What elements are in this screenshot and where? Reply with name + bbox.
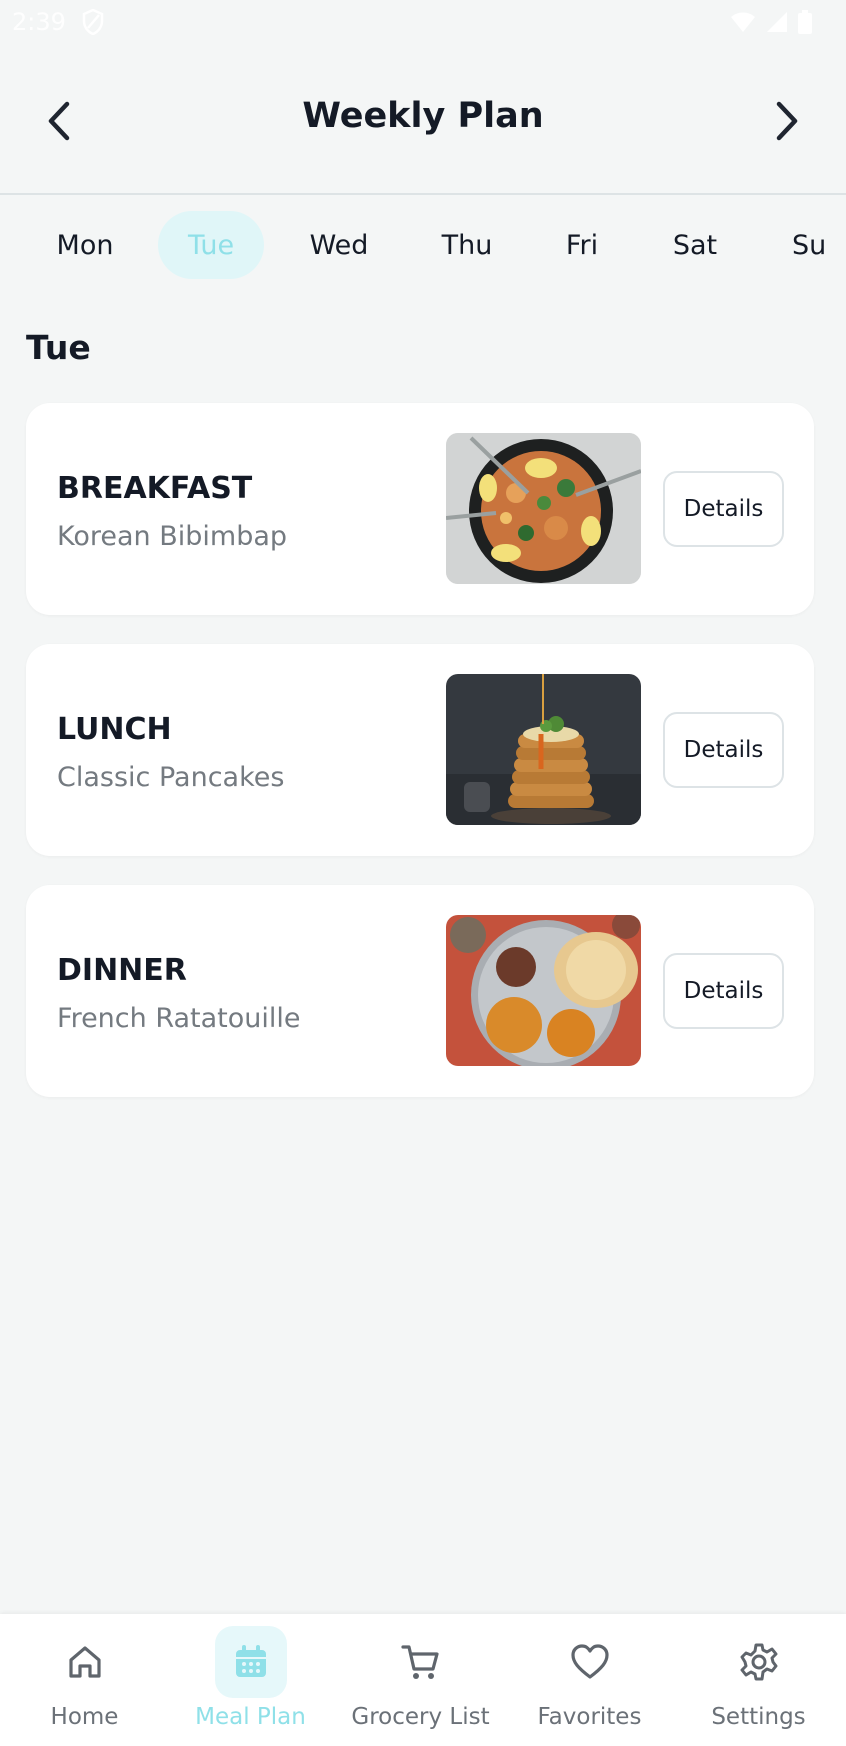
signal-icon [766, 11, 788, 39]
meal-card-breakfast: BREAKFAST Korean Bibimbap Details [26, 403, 814, 615]
day-tab-thu[interactable]: Thu [412, 211, 522, 279]
heart-icon [554, 1626, 626, 1698]
home-icon [49, 1626, 121, 1698]
nav-label: Meal Plan [195, 1704, 306, 1730]
meal-type-label: LUNCH [57, 712, 172, 747]
nav-label: Grocery List [351, 1704, 490, 1730]
next-week-button[interactable] [760, 94, 814, 148]
nav-label: Settings [711, 1704, 806, 1730]
calendar-icon [214, 1626, 287, 1698]
nav-grocery-list[interactable]: Grocery List [336, 1614, 505, 1746]
meal-card-dinner: DINNER French Ratatouille Details [26, 885, 814, 1097]
shield-icon [82, 8, 104, 41]
nav-label: Home [50, 1704, 119, 1730]
selected-day-heading: Tue [26, 328, 91, 367]
status-bar: 2:39 [0, 0, 846, 44]
nav-favorites[interactable]: Favorites [505, 1614, 674, 1746]
meal-name: Korean Bibimbap [57, 521, 288, 552]
details-button[interactable]: Details [663, 953, 784, 1029]
details-button[interactable]: Details [663, 471, 784, 547]
meal-card-lunch: LUNCH Classic Pancakes Details [26, 644, 814, 856]
day-tab-tue[interactable]: Tue [158, 211, 264, 279]
meal-name: French Ratatouille [57, 1003, 301, 1034]
day-tab-sat[interactable]: Sat [640, 211, 750, 279]
gear-icon [723, 1626, 795, 1698]
day-tab-wed[interactable]: Wed [284, 211, 394, 279]
status-time: 2:39 [12, 8, 66, 36]
battery-icon [798, 10, 812, 40]
bibimbap-photo [446, 433, 641, 584]
meal-type-label: BREAKFAST [57, 471, 253, 506]
day-selector[interactable]: Mon Tue Wed Thu Fri Sat Su [0, 196, 846, 296]
nav-label: Favorites [537, 1704, 642, 1730]
nav-home[interactable]: Home [0, 1614, 169, 1746]
cart-icon [385, 1626, 457, 1698]
bottom-navigation: Home Meal Plan Grocery List Favorites Se… [0, 1614, 846, 1746]
details-button[interactable]: Details [663, 712, 784, 788]
nav-settings[interactable]: Settings [674, 1614, 843, 1746]
nav-meal-plan[interactable]: Meal Plan [166, 1614, 335, 1746]
app-header: Weekly Plan [0, 44, 846, 195]
page-title: Weekly Plan [302, 96, 544, 136]
chevron-right-icon [776, 101, 798, 141]
wifi-icon [730, 11, 756, 39]
day-tab-fri[interactable]: Fri [527, 211, 637, 279]
day-tab-mon[interactable]: Mon [30, 211, 140, 279]
meal-type-label: DINNER [57, 953, 187, 988]
thali-photo [446, 915, 641, 1066]
day-tab-sun[interactable]: Su [762, 211, 846, 279]
pancakes-photo [446, 674, 641, 825]
meal-name: Classic Pancakes [57, 762, 285, 793]
